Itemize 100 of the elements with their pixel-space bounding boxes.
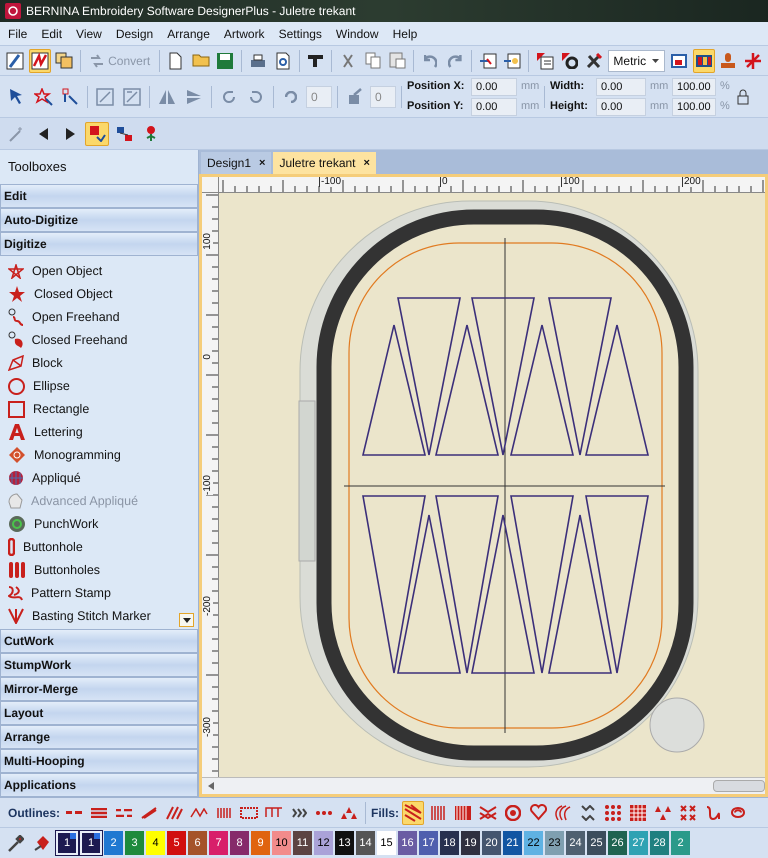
tool-item[interactable]: Open Freehand bbox=[8, 306, 198, 329]
import-icon bbox=[478, 52, 497, 68]
toolbox-section-header[interactable]: Multi-Hooping bbox=[0, 749, 198, 774]
tool-item[interactable]: Open Object bbox=[8, 260, 198, 283]
color-swatch[interactable]: 28 bbox=[650, 831, 669, 855]
color-swatch[interactable]: 12 bbox=[314, 831, 333, 855]
tool-item[interactable]: Buttonholes bbox=[8, 558, 198, 582]
color-swatch[interactable]: 26 bbox=[608, 831, 627, 855]
tool-item[interactable]: Rectangle bbox=[8, 398, 198, 421]
color-swatch[interactable]: 5 bbox=[167, 831, 186, 855]
color-swatch[interactable]: 22 bbox=[524, 831, 543, 855]
color-swatch[interactable]: 16 bbox=[398, 831, 417, 855]
tool-item[interactable]: Basting Stitch Marker bbox=[8, 604, 198, 628]
stitch-pattern-icon bbox=[90, 808, 108, 818]
tool-item[interactable]: Appliqué bbox=[8, 466, 198, 490]
freehand-line-icon bbox=[8, 308, 24, 326]
color-swatch[interactable]: 2 bbox=[104, 831, 123, 855]
scroll-down-button[interactable] bbox=[179, 613, 194, 628]
tool-item[interactable]: Closed Freehand bbox=[8, 328, 198, 352]
buttonhole-icon bbox=[8, 538, 15, 556]
position-x-field[interactable]: 0.00 bbox=[471, 78, 517, 96]
color-swatch[interactable]: 21 bbox=[503, 831, 522, 855]
document-list-icon bbox=[536, 52, 554, 70]
color-swatch[interactable]: 20 bbox=[482, 831, 501, 855]
tool-item[interactable]: Lettering bbox=[8, 420, 198, 444]
width-field[interactable]: 0.00 bbox=[596, 78, 646, 96]
flower-icon bbox=[146, 125, 156, 142]
tool-item[interactable]: Pattern Stamp bbox=[8, 582, 198, 605]
fill-pattern-icon bbox=[505, 804, 522, 820]
color-swatch[interactable]: 24 bbox=[566, 831, 585, 855]
menu-item[interactable]: Arrange bbox=[167, 24, 210, 42]
document-icon bbox=[169, 52, 182, 70]
units-dropdown[interactable]: Metric bbox=[608, 50, 666, 72]
color-swatch[interactable]: 15 bbox=[377, 831, 396, 855]
height-percent-field[interactable]: 100.00 bbox=[672, 98, 716, 116]
color-swatch[interactable]: 17 bbox=[419, 831, 438, 855]
close-tab-button[interactable]: × bbox=[364, 154, 370, 172]
width-percent-field[interactable]: 100.00 bbox=[672, 78, 716, 96]
view-mode-button[interactable] bbox=[28, 48, 50, 72]
fill-pattern-icon bbox=[731, 807, 746, 818]
menu-item[interactable]: Edit bbox=[41, 24, 62, 42]
color-swatch[interactable]: 18 bbox=[440, 831, 459, 855]
display-toggle-button[interactable] bbox=[692, 48, 715, 72]
close-tab-button[interactable]: × bbox=[259, 154, 266, 172]
toolbox-section-header[interactable]: Mirror-Merge bbox=[0, 677, 198, 702]
toolbox-section-header[interactable]: Edit bbox=[0, 184, 198, 208]
stitch-pattern-icon bbox=[292, 808, 307, 818]
height-field[interactable]: 0.00 bbox=[596, 98, 646, 116]
tool-item[interactable]: Ellipse bbox=[8, 374, 198, 398]
export-icon bbox=[503, 52, 522, 68]
tool-item[interactable]: PunchWork bbox=[8, 512, 198, 536]
document-tab[interactable]: Design1 × bbox=[201, 152, 272, 174]
ruler-label: -100 bbox=[203, 475, 213, 496]
color-swatch[interactable]: 13 bbox=[335, 831, 354, 855]
color-swatch[interactable]: 1 bbox=[56, 831, 78, 855]
menu-item[interactable]: Settings bbox=[278, 24, 322, 42]
color-swatch[interactable]: 11 bbox=[293, 831, 312, 855]
menu-item[interactable]: Help bbox=[392, 24, 418, 42]
scrollbar-thumb[interactable] bbox=[713, 780, 765, 792]
color-swatch[interactable]: 14 bbox=[356, 831, 375, 855]
color-swatch[interactable]: 9 bbox=[251, 831, 270, 855]
tool-item[interactable]: Buttonhole bbox=[8, 536, 198, 559]
menu-item[interactable]: Window bbox=[336, 24, 379, 42]
panel-title: Toolboxes bbox=[8, 158, 67, 176]
menu-item[interactable]: File bbox=[8, 24, 28, 42]
scissors-icon bbox=[343, 54, 354, 68]
toolbox-section-header[interactable]: Digitize bbox=[0, 232, 198, 256]
color-swatch[interactable]: 3 bbox=[125, 831, 144, 855]
mode-toggle-button[interactable] bbox=[85, 122, 109, 146]
tool-item[interactable]: Closed Object bbox=[8, 282, 198, 306]
document-tab[interactable]: Juletre trekant × bbox=[273, 152, 376, 174]
toolbox-section-header[interactable]: Auto-Digitize bbox=[0, 208, 198, 232]
stitch-pattern-icon bbox=[217, 806, 232, 818]
arrow-cursor-icon bbox=[9, 88, 23, 105]
node-cursor-icon bbox=[62, 88, 78, 105]
ruler-label: -300 bbox=[203, 717, 213, 738]
color-swatch[interactable]: 4 bbox=[146, 831, 165, 855]
fill-style-button[interactable] bbox=[402, 800, 424, 824]
color-swatch[interactable]: 19 bbox=[461, 831, 480, 855]
outlines-label: Outlines: bbox=[8, 804, 60, 822]
toolbox-section-header[interactable]: CutWork bbox=[0, 629, 198, 654]
color-swatch[interactable]: 8 bbox=[230, 831, 249, 855]
color-swatch[interactable]: 7 bbox=[209, 831, 228, 855]
square-icon bbox=[8, 400, 25, 418]
ruler-label: 0 bbox=[440, 177, 448, 187]
color-swatch[interactable]: 10 bbox=[272, 831, 291, 855]
color-swatch[interactable]: 6 bbox=[188, 831, 207, 855]
toolbox-section-header[interactable]: Applications bbox=[0, 773, 198, 798]
menu-item[interactable]: View bbox=[76, 24, 102, 42]
menu-item[interactable]: Design bbox=[116, 24, 154, 42]
position-y-field[interactable]: 0.00 bbox=[471, 98, 517, 116]
tool-item[interactable]: Block bbox=[8, 352, 198, 375]
color-swatch[interactable]: 23 bbox=[545, 831, 564, 855]
toolbox-section-header[interactable]: Arrange bbox=[0, 725, 198, 750]
color-swatch[interactable]: 1 bbox=[80, 831, 102, 855]
toolbox-section-header[interactable]: StumpWork bbox=[0, 653, 198, 678]
color-swatch[interactable]: 25 bbox=[587, 831, 606, 855]
tool-item[interactable]: Monogramming bbox=[8, 444, 198, 467]
toolbox-section-header[interactable]: Layout bbox=[0, 701, 198, 726]
menu-item[interactable]: Artwork bbox=[224, 24, 265, 42]
